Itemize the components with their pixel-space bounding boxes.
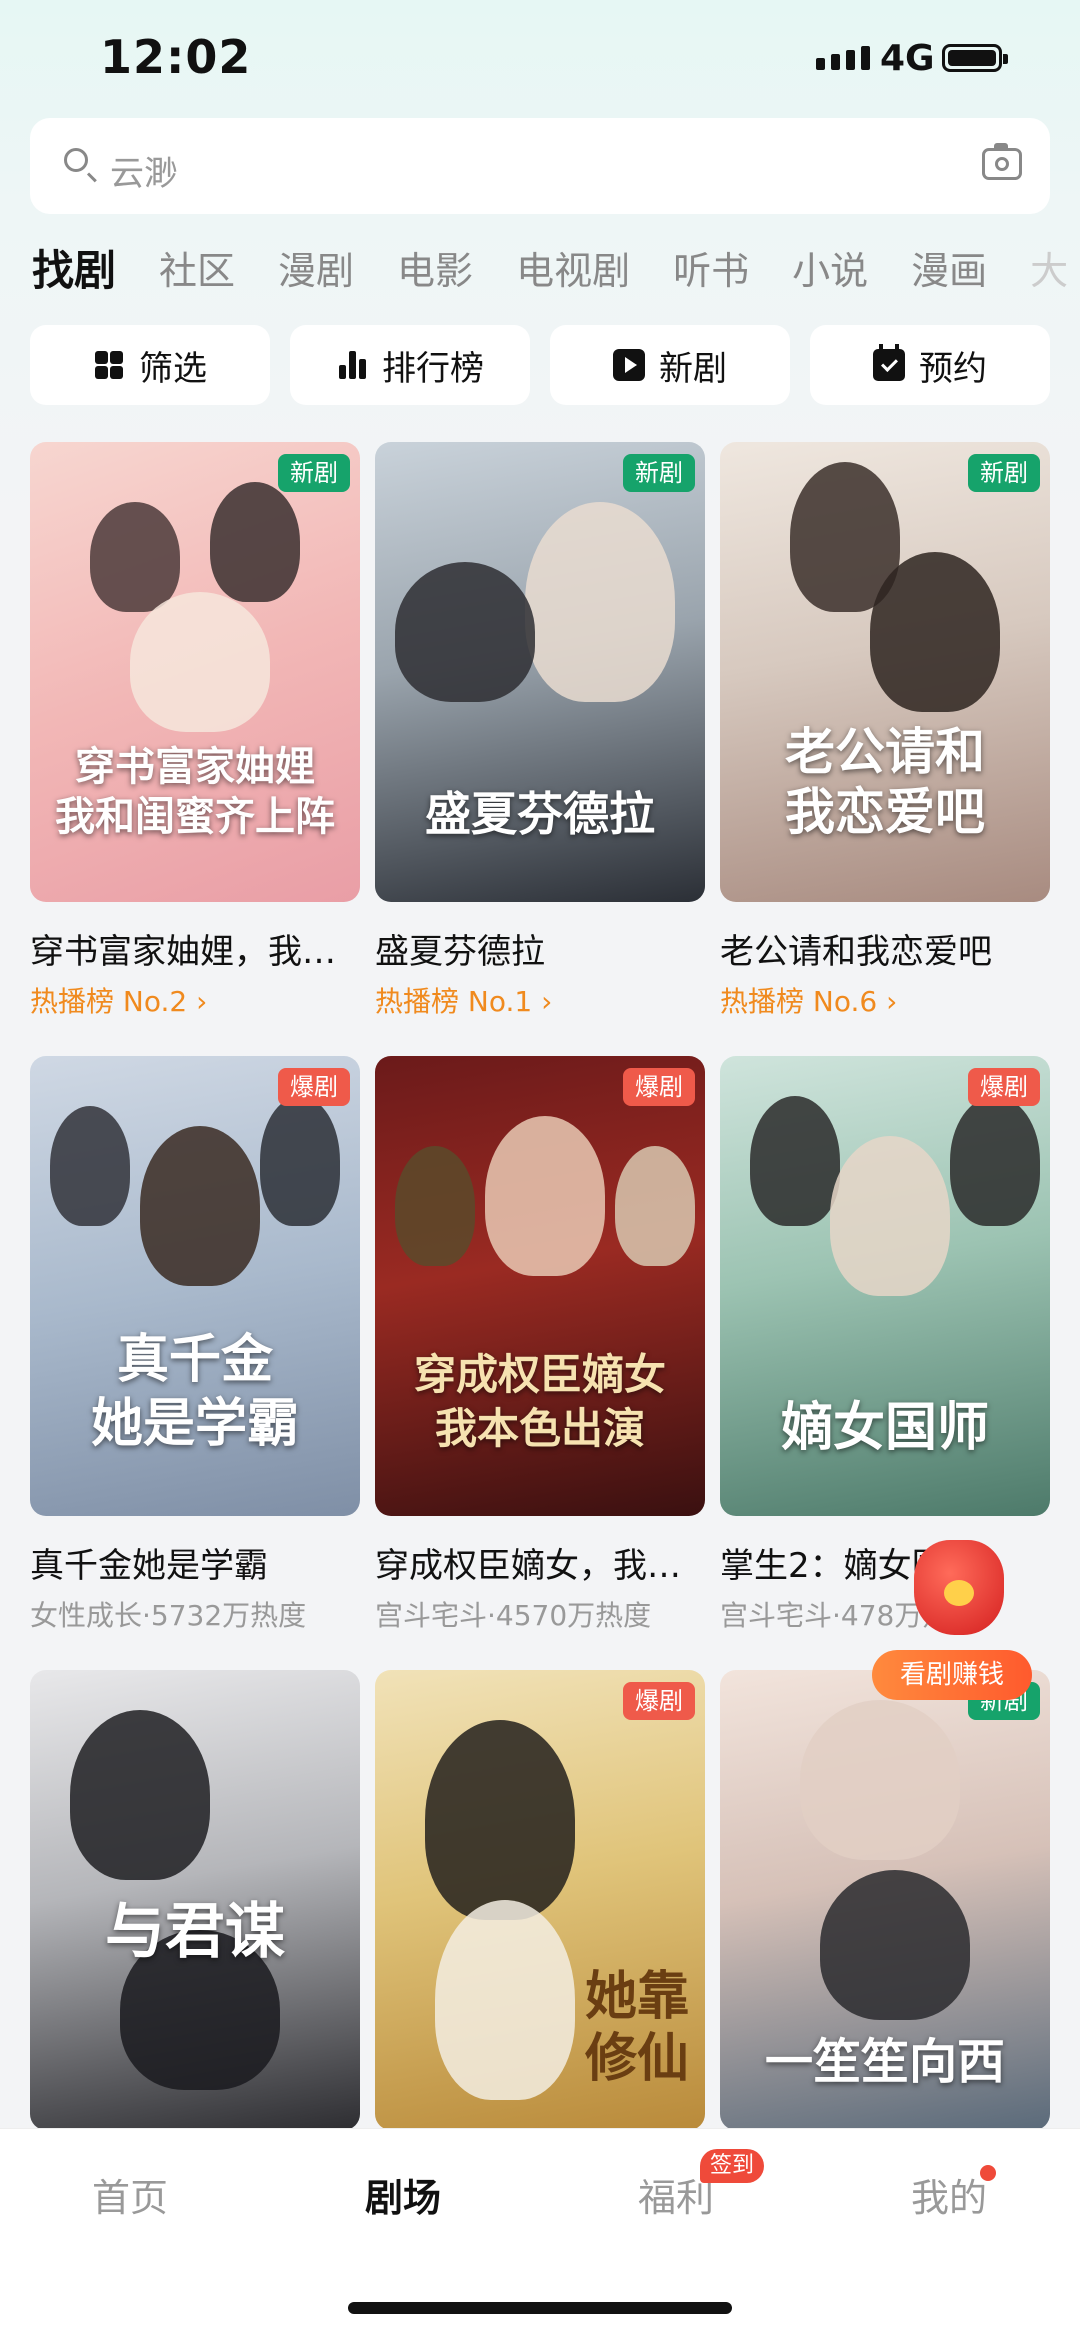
drama-title: 穿书富家妯娌，我和闺蜜齐上阵 [30,932,360,972]
filter-button[interactable]: 筛选 [30,325,270,405]
drama-title: 老公请和我恋爱吧 [720,932,992,972]
poster-title: 一笙笙向西 [764,2034,1005,2090]
category-tabs: 找剧 社区 漫剧 电影 电视剧 听书 小说 漫画 大 [32,246,1080,306]
poster-title: 与君谋 [105,1897,285,1967]
hot-badge: 爆剧 [278,1068,350,1106]
poster-title: 嫡女国师 [780,1397,989,1458]
hot-badge: 爆剧 [968,1068,1040,1106]
camera-icon[interactable] [982,143,1022,180]
reservation-label: 预约 [919,348,987,389]
poster-title: 她靠修仙 [584,1966,689,2089]
tab-tv-series[interactable]: 电视剧 [516,246,630,306]
ranking-icon [336,349,368,381]
nav-mine[interactable]: 我的 [849,2167,1049,2222]
search-input[interactable]: 云渺 [110,146,178,195]
battery-icon [942,44,1008,72]
tab-more[interactable]: 大 [1030,246,1068,306]
notification-dot [980,2165,996,2181]
drama-poster[interactable]: 穿书富家妯娌 我和闺蜜齐上阵 新剧 [30,442,360,902]
tab-animated-drama[interactable]: 漫剧 [278,246,354,306]
poster-title: 真千金 她是学霸 [90,1329,299,1454]
poster-title: 盛夏芬德拉 [425,787,655,841]
calendar-check-icon [873,344,905,381]
new-badge: 新剧 [623,454,695,492]
drama-poster[interactable]: 她靠修仙 爆剧 [375,1670,705,2130]
drama-poster[interactable]: 老公请和 我恋爱吧 新剧 [720,442,1050,902]
ranking-link[interactable]: 热播榜 No.6 › [720,980,1050,1020]
quick-actions: 筛选 排行榜 新剧 预约 [30,325,1050,405]
drama-poster[interactable]: 与君谋 [30,1670,360,2130]
watch-earn-label: 看剧赚钱 [872,1650,1032,1700]
network-type: 4G [880,38,935,79]
watch-earn-promo[interactable]: 看剧赚钱 [872,1540,1032,1700]
ranking-link[interactable]: 热播榜 No.1 › [375,980,705,1020]
poster-title: 穿成权臣嫡女 我本色出演 [413,1350,666,1453]
play-icon [613,349,645,381]
home-indicator [348,2302,732,2314]
nav-theater[interactable]: 剧场 [303,2167,503,2222]
new-drama-label: 新剧 [659,348,727,389]
nav-home[interactable]: 首页 [30,2167,230,2222]
drama-poster[interactable]: 穿成权臣嫡女 我本色出演 爆剧 [375,1056,705,1516]
tab-community[interactable]: 社区 [159,246,235,306]
status-time: 12:02 [100,30,252,84]
filter-label: 筛选 [139,348,207,389]
drama-poster[interactable]: 真千金 她是学霸 爆剧 [30,1056,360,1516]
checkin-badge: 签到 [700,2149,765,2183]
drama-genre-heat: 女性成长·5732万热度 [30,1599,307,1632]
poster-title: 穿书富家妯娌 我和闺蜜齐上阵 [55,743,335,840]
tab-find-drama[interactable]: 找剧 [32,246,116,306]
tab-novels[interactable]: 小说 [792,246,868,306]
drama-title: 真千金她是学霸 [30,1546,268,1586]
search-icon [64,148,88,172]
signal-icon [816,46,870,70]
tab-audiobooks[interactable]: 听书 [673,246,749,306]
red-envelope-icon [914,1540,1004,1635]
ranking-link[interactable]: 热播榜 No.2 › [30,980,360,1020]
hot-badge: 爆剧 [623,1682,695,1720]
drama-genre-heat: 宫斗宅斗·4570万热度 [375,1599,652,1632]
hot-badge: 爆剧 [623,1068,695,1106]
drama-title: 穿成权臣嫡女，我本色出演 [375,1546,705,1586]
tab-comics[interactable]: 漫画 [911,246,987,306]
ranking-button[interactable]: 排行榜 [290,325,530,405]
drama-title: 盛夏芬德拉 [375,932,545,972]
poster-title: 老公请和 我恋爱吧 [785,722,985,841]
ranking-label: 排行榜 [382,348,484,389]
new-drama-button[interactable]: 新剧 [550,325,790,405]
filter-icon [93,349,125,381]
drama-poster[interactable]: 盛夏芬德拉 新剧 [375,442,705,902]
drama-poster[interactable]: 嫡女国师 爆剧 [720,1056,1050,1516]
search-bar[interactable]: 云渺 [30,118,1050,214]
tab-movies[interactable]: 电影 [397,246,473,306]
drama-poster[interactable]: 一笙笙向西 新剧 [720,1670,1050,2130]
new-badge: 新剧 [278,454,350,492]
reservation-button[interactable]: 预约 [810,325,1050,405]
new-badge: 新剧 [968,454,1040,492]
status-bar: 12:02 4G [0,0,1080,120]
